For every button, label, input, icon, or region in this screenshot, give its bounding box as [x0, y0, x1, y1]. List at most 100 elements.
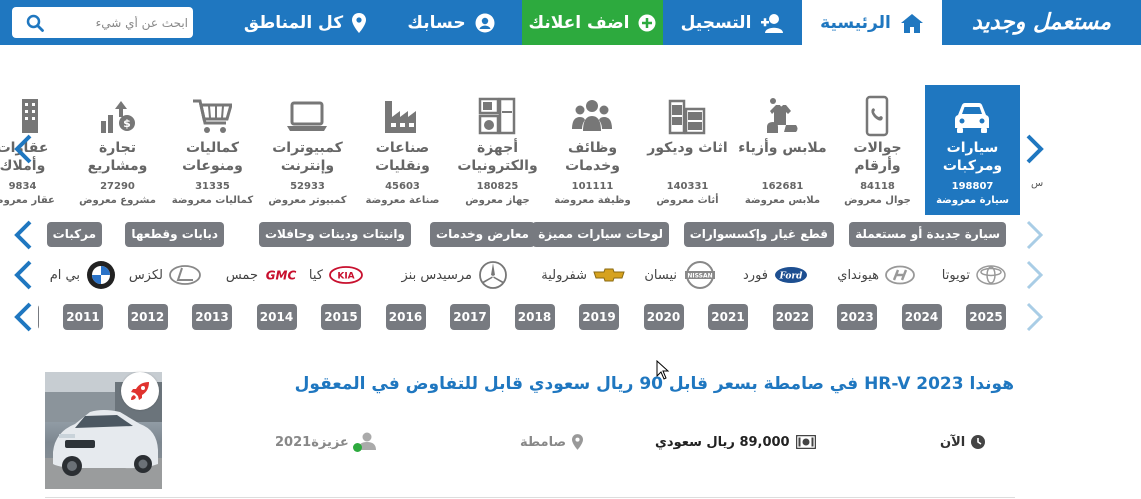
- year-chip[interactable]: 2017: [450, 304, 490, 330]
- search-input[interactable]: [48, 7, 188, 38]
- subcategory-tag[interactable]: سيارة جديدة أو مستعملة: [849, 222, 1006, 247]
- brand-nissan[interactable]: NISSAN نيسان: [644, 260, 717, 290]
- brand-ford[interactable]: Ford فورد: [743, 260, 808, 290]
- nav-register-label: التسجيل: [680, 12, 752, 33]
- category-sub: جهاز معروض: [465, 195, 530, 206]
- nissan-logo-icon: NISSAN: [685, 261, 715, 289]
- add-ad-button[interactable]: اضف اعلانك: [522, 0, 663, 45]
- category-cars[interactable]: سيارات ومركبات 198807 سيارة معروضة: [925, 85, 1020, 215]
- site-logo-text: مستعمل وجديد: [971, 10, 1112, 35]
- year-chip[interactable]: 2016: [385, 304, 426, 330]
- year-chip[interactable]: 2024: [901, 304, 942, 330]
- year-chip[interactable]: 2014: [256, 304, 297, 330]
- category-phones[interactable]: جوالات وأرقام 84118 جوال معروض: [830, 85, 925, 215]
- user-plus-icon: [761, 13, 784, 33]
- category-furniture[interactable]: اثاث وديكور 140331 أثاث معروض: [640, 85, 735, 215]
- listing-title[interactable]: هوندا HR-V 2023 في صامطة بسعر قابل 90 ري…: [260, 374, 1014, 394]
- category-jobs[interactable]: وظائف وخدمات 101111 وظيفة معروضة: [545, 85, 640, 215]
- category-sub: وظيفة معروضة: [554, 195, 631, 206]
- years-next-arrow[interactable]: [1023, 302, 1045, 332]
- category-name: كماليات ومنوعات: [182, 140, 243, 174]
- subcategory-tag[interactable]: وانيتات ودينات وحافلات: [258, 222, 411, 247]
- listing-user[interactable]: عزيزة2021: [275, 430, 377, 454]
- category-count: 198807: [951, 181, 994, 192]
- brand-kia[interactable]: KIA كيا: [309, 260, 363, 290]
- brand-lexus[interactable]: لكزس: [129, 260, 201, 290]
- category-count: 101111: [571, 181, 614, 192]
- category-industries[interactable]: صناعات ونقليات 45603 صناعة معروضة: [355, 85, 450, 215]
- year-chip[interactable]: 2013: [192, 304, 232, 330]
- add-ad-label: اضف اعلانك: [528, 12, 630, 33]
- subcategory-tag[interactable]: دبابات وقطعها: [125, 222, 224, 247]
- svg-text:$: $: [123, 117, 131, 130]
- year-chip[interactable]: 2022: [772, 304, 813, 330]
- brand-bmw[interactable]: بي ام: [50, 260, 116, 290]
- people-icon: [572, 100, 612, 131]
- category-count: 84118: [860, 181, 895, 192]
- nav-regions-label: كل المناطق: [243, 12, 344, 33]
- brand-name: بي ام: [49, 267, 80, 283]
- category-name: سيارات ومركبات: [942, 140, 1003, 174]
- subcategory-tag[interactable]: قطع غيار وإكسسوارات: [683, 222, 834, 247]
- year-chip[interactable]: 2018: [514, 304, 555, 330]
- listing-city[interactable]: صامطة: [520, 430, 584, 454]
- category-next-arrow[interactable]: [1023, 134, 1045, 164]
- brand-gmc[interactable]: GMC جمس: [226, 260, 298, 290]
- brand-toyota[interactable]: تويوتا: [942, 260, 1006, 290]
- bmw-logo-icon: [87, 261, 115, 289]
- brand-mercedes[interactable]: مرسيدس بنز: [402, 260, 509, 290]
- year-chip[interactable]: 2021: [708, 304, 748, 330]
- subcategory-next-arrow[interactable]: [1023, 220, 1045, 250]
- ford-logo-icon: Ford: [775, 267, 807, 283]
- year-chip[interactable]: 2020: [643, 304, 684, 330]
- year-chip[interactable]: 2015: [321, 304, 361, 330]
- nav-regions[interactable]: كل المناطق: [230, 0, 380, 45]
- cart-icon: [193, 99, 232, 133]
- brand-name: كيا: [308, 267, 323, 283]
- subcategory-tag[interactable]: مركبات: [46, 222, 102, 247]
- subcategory-tag[interactable]: معارض وخدمات: [430, 222, 535, 247]
- year-chip[interactable]: 2023: [837, 304, 877, 330]
- user-circle-icon: [475, 13, 495, 32]
- category-count: 31335: [195, 181, 230, 192]
- laptop-icon: [287, 101, 327, 131]
- search-icon[interactable]: [26, 14, 44, 32]
- site-logo[interactable]: مستعمل وجديد: [942, 0, 1141, 45]
- years-row: 2025 2024 2023 2022 2021 2020 2019 2018 …: [38, 300, 1016, 334]
- category-electronics[interactable]: أجهزة والكترونيات 180825 جهاز معروض: [450, 85, 545, 215]
- brands-prev-arrow[interactable]: [13, 260, 35, 290]
- category-clothes[interactable]: ملابس وأزياء 162681 ملابس معروضة: [735, 85, 830, 215]
- year-chip[interactable]: 2019: [579, 304, 619, 330]
- category-business[interactable]: $ تجارة ومشاريع 27290 مشروع معروض: [70, 85, 165, 215]
- year-chip[interactable]: 2025: [966, 304, 1006, 330]
- category-computers[interactable]: كمبيوترات وإنترنت 52933 كمبيوتر معروض: [260, 85, 355, 215]
- nav-home[interactable]: الرئيسية: [802, 0, 942, 45]
- years-prev-arrow[interactable]: [13, 302, 35, 332]
- lexus-logo-icon: [169, 265, 201, 285]
- category-prev-arrow[interactable]: [13, 134, 35, 164]
- listing-price: 89,000 ريال سعودي: [655, 430, 816, 454]
- brand-hyundai[interactable]: هيونداي: [837, 260, 915, 290]
- category-misc[interactable]: كماليات ومنوعات 31335 كماليات معروضة: [165, 85, 260, 215]
- featured-badge: [121, 372, 159, 410]
- toyota-logo-icon: [976, 265, 1006, 285]
- year-chip[interactable]: 2012: [127, 304, 168, 330]
- chevrolet-logo-icon: [593, 268, 625, 282]
- category-name: أجهزة والكترونيات: [457, 140, 538, 174]
- year-chip[interactable]: 2011: [63, 304, 103, 330]
- nav-register[interactable]: التسجيل: [663, 0, 802, 45]
- brands-next-arrow[interactable]: [1023, 260, 1045, 290]
- plus-circle-icon: [638, 14, 656, 31]
- subcategory-prev-arrow[interactable]: [13, 220, 35, 250]
- year-chip[interactable]: 2010: [38, 304, 39, 330]
- category-strip: سيارات ومركبات 198807 سيارة معروضة جوالا…: [0, 85, 1020, 215]
- car-icon: [955, 103, 989, 133]
- brand-name: مرسيدس بنز: [401, 267, 473, 283]
- category-realestate[interactable]: عقارات وأملاك 9834 عقار معروض: [0, 85, 70, 215]
- nav-account[interactable]: حسابك: [380, 0, 522, 45]
- phone-icon: [865, 95, 889, 137]
- brand-chevrolet[interactable]: شفرولية: [541, 260, 625, 290]
- subcategory-tag[interactable]: لوحات سيارات مميزة: [532, 222, 669, 247]
- ford-logo-text: Ford: [779, 272, 804, 282]
- category-sub: جوال معروض: [844, 195, 911, 206]
